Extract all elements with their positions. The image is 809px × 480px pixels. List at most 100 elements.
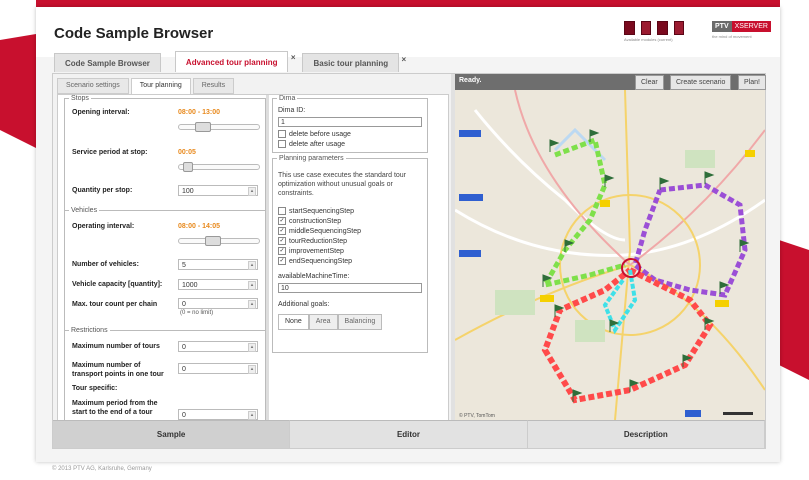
tab-code-sample-browser[interactable]: Code Sample Browser <box>54 53 161 72</box>
slider-handle[interactable] <box>183 162 193 172</box>
scale-bar <box>723 412 753 415</box>
service-period-label: Service period at stop: <box>72 149 148 156</box>
slider-handle[interactable] <box>205 236 221 246</box>
planning-step-checkbox[interactable]: ✓ improvementStep <box>278 247 344 255</box>
map-panel: Ready. Clear Create scenario Plan! © PTV… <box>455 74 766 420</box>
module-icon[interactable] <box>624 21 635 35</box>
goal-none-button[interactable]: None <box>278 314 309 330</box>
stepper-value: 0 <box>182 344 186 351</box>
tab-advanced-tour-planning[interactable]: Advanced tour planning × <box>174 51 295 72</box>
max-transport-points-stepper[interactable]: 0 ▴ <box>178 363 258 374</box>
checkbox-box[interactable] <box>278 140 286 148</box>
tab-label: Basic tour planning <box>313 58 389 68</box>
vehicle-capacity-label: Vehicle capacity [quantity]: <box>72 281 163 288</box>
number-of-vehicles-stepper[interactable]: 5 ▴ <box>178 259 258 270</box>
service-period-slider[interactable] <box>178 162 260 172</box>
max-tours-stepper[interactable]: 0 ▴ <box>178 341 258 352</box>
tab-basic-tour-planning[interactable]: Basic tour planning × <box>302 53 406 72</box>
max-period-label: Maximum period from the start to the end… <box>72 400 158 416</box>
stepper-value: 0 <box>182 412 186 419</box>
quantity-per-stop-label: Quantity per stop: <box>72 187 133 194</box>
operating-interval-label: Operating interval: <box>72 223 135 230</box>
tab-scenario-settings[interactable]: Scenario settings <box>57 78 129 94</box>
module-icon[interactable] <box>657 21 668 35</box>
checkbox-label: middleSequencingStep <box>289 227 361 235</box>
plan-button[interactable]: Plan! <box>738 75 766 90</box>
clear-button[interactable]: Clear <box>635 75 664 90</box>
stepper-value: 0 <box>182 366 186 373</box>
tab-description[interactable]: Description <box>527 420 765 448</box>
spinner-arrows-icon[interactable]: ▴ <box>248 343 256 352</box>
sample-content: Scenario settings Tour planning Results … <box>52 73 766 449</box>
checkbox-label: constructionStep <box>289 217 342 225</box>
spinner-arrows-icon[interactable]: ▴ <box>248 411 256 420</box>
checkbox-box[interactable]: ✓ <box>278 257 286 265</box>
tab-editor[interactable]: Editor <box>290 420 528 448</box>
stepper-value: 5 <box>182 262 186 269</box>
checkbox-box[interactable]: ✓ <box>278 247 286 255</box>
planning-step-checkbox[interactable]: ✓ tourReductionStep <box>278 237 347 245</box>
checkbox-label: endSequencingStep <box>289 257 353 265</box>
tour-planning-form[interactable]: Stops Opening interval: 08:00 - 13:00 Se… <box>57 94 449 422</box>
logo-xserver: XSERVER <box>731 21 771 32</box>
available-machine-time-label: availableMachineTime: <box>278 273 350 280</box>
checkbox-box[interactable]: ✓ <box>278 237 286 245</box>
module-icon[interactable] <box>640 21 651 35</box>
tab-label: Advanced tour planning <box>185 57 278 67</box>
brand-topline <box>36 0 780 7</box>
route-map[interactable]: © PTV, TomTom <box>455 90 765 420</box>
close-icon[interactable]: × <box>291 53 296 62</box>
checkbox-box[interactable] <box>278 130 286 138</box>
ptv-xserver-logo: PTV XSERVER the mind of movement <box>712 21 771 39</box>
stepper-value: 0 <box>182 301 186 308</box>
group-legend: Stops <box>71 95 89 102</box>
slider-handle[interactable] <box>195 122 211 132</box>
checkbox-box[interactable]: ✓ <box>278 217 286 225</box>
group-legend: Vehicles <box>71 207 98 214</box>
max-tour-count-label: Max. tour count per chain <box>72 301 158 308</box>
additional-goals-selector: None Area Balancing <box>278 314 383 330</box>
operating-interval-slider[interactable] <box>178 236 260 246</box>
planning-step-checkbox[interactable]: ✓ endSequencingStep <box>278 257 352 265</box>
spinner-arrows-icon[interactable]: ▴ <box>248 281 256 290</box>
checkbox-box[interactable] <box>278 207 286 215</box>
tab-sample[interactable]: Sample <box>53 420 291 448</box>
goal-balancing-button[interactable]: Balancing <box>337 314 383 330</box>
number-of-vehicles-label: Number of vehicles: <box>72 261 139 268</box>
group-legend: Planning parameters <box>279 155 344 162</box>
map-status: Ready. <box>459 77 482 84</box>
opening-interval-label: Opening interval: <box>72 109 130 116</box>
app-title: Code Sample Browser <box>54 25 214 42</box>
opening-interval-slider[interactable] <box>178 122 260 132</box>
planning-step-checkbox[interactable]: startSequencingStep <box>278 207 354 215</box>
quantity-per-stop-stepper[interactable]: 100 ▴ <box>178 185 258 196</box>
goal-area-button[interactable]: Area <box>308 314 338 330</box>
logo-ptv: PTV <box>712 21 732 32</box>
planning-step-checkbox[interactable]: ✓ middleSequencingStep <box>278 227 361 235</box>
vehicle-capacity-stepper[interactable]: 1000 ▴ <box>178 279 258 290</box>
available-machine-time-input[interactable]: 10 <box>278 283 422 293</box>
create-scenario-button[interactable]: Create scenario <box>670 75 732 90</box>
max-period-stepper[interactable]: 0 ▴ <box>178 409 258 420</box>
planning-step-checkbox[interactable]: ✓ constructionStep <box>278 217 341 225</box>
spinner-arrows-icon[interactable]: ▴ <box>248 187 256 196</box>
spinner-arrows-icon[interactable]: ▴ <box>248 261 256 270</box>
close-icon[interactable]: × <box>401 55 406 64</box>
dima-id-input[interactable]: 1 <box>278 117 422 127</box>
checkbox-label: delete after usage <box>289 140 346 148</box>
tab-results[interactable]: Results <box>192 78 235 94</box>
module-icon[interactable] <box>673 21 684 35</box>
max-tour-hint: (0 = no limit) <box>180 310 214 316</box>
checkbox-box[interactable]: ✓ <box>278 227 286 235</box>
spinner-arrows-icon[interactable]: ▴ <box>248 365 256 374</box>
spinner-arrows-icon[interactable]: ▴ <box>248 300 256 309</box>
operating-interval-value: 08:00 - 14:05 <box>178 223 221 230</box>
max-tour-count-stepper[interactable]: 0 ▴ <box>178 298 258 309</box>
settings-panel: Scenario settings Tour planning Results … <box>53 74 451 422</box>
delete-before-checkbox[interactable]: delete before usage <box>278 130 351 138</box>
checkbox-label: tourReductionStep <box>289 237 347 245</box>
view-tabs: Sample Editor Description <box>53 420 765 448</box>
modules-caption: Available modules (current) <box>624 37 673 42</box>
app-header: Code Sample Browser Available modules (c… <box>36 7 780 57</box>
delete-after-checkbox[interactable]: delete after usage <box>278 140 345 148</box>
